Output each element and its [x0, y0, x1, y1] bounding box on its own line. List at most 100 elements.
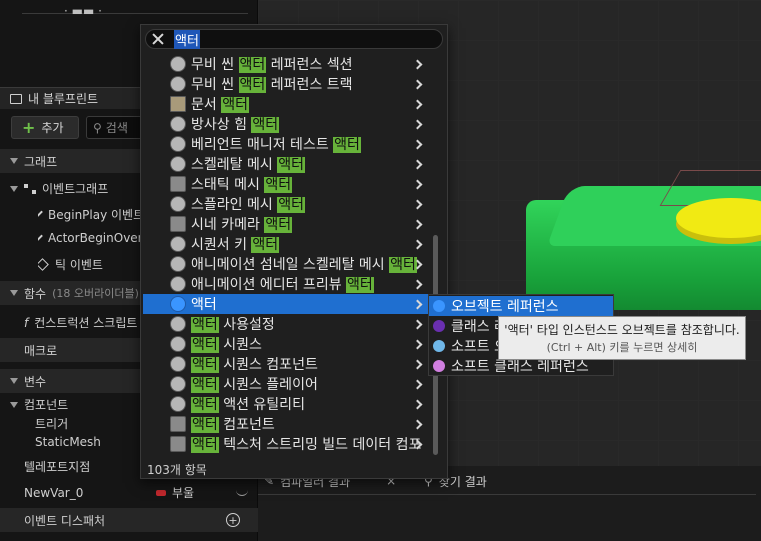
menu-item[interactable]: 애니메이션 섬네일 스켈레탈 메시 액터	[143, 254, 431, 274]
actor-icon	[170, 256, 186, 272]
menu-item-label: 액터 액션 유틸리티	[191, 397, 305, 413]
menu-item[interactable]: 액터 액션 유틸리티	[143, 394, 431, 414]
menu-item-label: 무비 씬 액터 레퍼런스 트랙	[191, 77, 353, 93]
variable-row-newvar[interactable]: NewVar_0 부울	[24, 484, 254, 501]
chevron-right-icon	[412, 59, 423, 69]
action-search-value: 액터	[174, 29, 200, 49]
chevron-right-icon	[412, 319, 423, 329]
chevron-right-icon	[412, 159, 423, 169]
tooltip-hint: (Ctrl + Alt) 키를 누르면 상세히	[546, 341, 698, 354]
cube-icon	[170, 176, 186, 192]
chevron-right-icon	[412, 199, 423, 209]
chevron-right-icon	[412, 339, 423, 349]
section-macros-label: 매크로	[24, 343, 58, 358]
actor-icon	[170, 276, 186, 292]
menu-item-label: 액터 시퀀스 플레이어	[191, 377, 318, 393]
menu-item[interactable]: 액터 시퀀스 플레이어	[143, 374, 431, 394]
menu-item-label: 액터 텍스처 스트리밍 빌드 데이터 컴포	[191, 437, 422, 453]
tree-item-staticmesh[interactable]: StaticMesh	[35, 435, 101, 449]
event-label: ActorBeginOverlap	[48, 231, 142, 245]
tree-item-trigger[interactable]: 트리거	[35, 415, 68, 432]
components-label: 컴포넌트	[24, 398, 69, 412]
menu-item-label: 무비 씬 액터 레퍼런스 섹션	[191, 57, 353, 73]
reference-type-icon	[433, 320, 445, 332]
menu-item[interactable]: 방사상 힘 액터	[143, 114, 431, 134]
reference-type-icon	[433, 360, 445, 372]
menu-item[interactable]: 시네 카메라 액터	[143, 214, 431, 234]
menu-item-label: 시퀀서 키 액터	[191, 237, 280, 253]
actor-icon	[170, 196, 186, 212]
reference-type-icon	[433, 300, 445, 312]
chevron-right-icon	[412, 399, 423, 409]
function-icon: f	[24, 315, 29, 330]
tooltip: '액터' 타입 인스턴스드 오브젝트를 참조합니다. (Ctrl + Alt) …	[498, 316, 746, 360]
menu-item[interactable]: 스태틱 메시 액터	[143, 174, 431, 194]
chevron-right-icon	[412, 359, 423, 369]
caret-down-icon	[10, 290, 18, 296]
menu-item-label: 애니메이션 에디터 프리뷰 액터	[191, 277, 374, 293]
menu-item[interactable]: 시퀀서 키 액터	[143, 234, 431, 254]
construction-script-label: 컨스트럭션 스크립트	[34, 316, 138, 330]
submenu-item[interactable]: 오브젝트 레퍼런스	[429, 296, 613, 316]
document-icon	[170, 96, 186, 112]
actor-icon	[170, 76, 186, 92]
action-search-input[interactable]: 액터	[145, 29, 443, 49]
variable-type: 부울	[172, 486, 195, 500]
menu-item[interactable]: 무비 씬 액터 레퍼런스 트랙	[143, 74, 431, 94]
reference-type-icon	[433, 340, 445, 352]
actor-icon	[170, 156, 186, 172]
menu-item[interactable]: 문서 액터	[143, 94, 431, 114]
menu-item[interactable]: 액터 사용설정	[143, 314, 431, 334]
add-dispatcher-icon[interactable]: +	[226, 513, 240, 527]
tree-item-components[interactable]: 컴포넌트	[10, 396, 142, 413]
graph-icon	[24, 183, 36, 194]
actor-icon	[170, 296, 186, 312]
caret-down-icon	[10, 378, 18, 384]
actor-icon	[170, 336, 186, 352]
plus-icon: +	[22, 117, 36, 137]
menu-item[interactable]: 스켈레탈 메시 액터	[143, 154, 431, 174]
section-functions-sub: (18 오버라이더블)	[52, 287, 139, 300]
actor-icon	[170, 56, 186, 72]
menu-item[interactable]: 액터 컴포넌트	[143, 414, 431, 434]
menu-item-label: 액터 시퀀스 컴포넌트	[191, 357, 318, 373]
chevron-right-icon	[412, 239, 423, 249]
caret-down-icon	[10, 185, 18, 192]
tree-item-construction-script[interactable]: f 컨스트럭션 스크립트	[24, 314, 142, 331]
menu-item[interactable]: 액터	[143, 294, 431, 314]
menu-item[interactable]: 액터 텍스처 스트리밍 빌드 데이터 컴포	[143, 434, 431, 454]
menu-item[interactable]: 액터 시퀀스 컴포넌트	[143, 354, 431, 374]
chevron-right-icon	[412, 279, 423, 289]
top-stub-label: · ▬▬ ·	[64, 4, 102, 18]
visibility-eye-icon[interactable]	[236, 490, 249, 496]
menu-item[interactable]: 베리언트 매니저 테스트 액터	[143, 134, 431, 154]
tree-item-teleport-point[interactable]: 텔레포트지점	[24, 458, 90, 475]
caret-down-icon	[10, 158, 18, 164]
top-divider: · ▬▬ ·	[22, 4, 248, 18]
tree-item-beginplay[interactable]: BeginPlay 이벤트	[38, 206, 142, 223]
actor-icon	[170, 136, 186, 152]
caret-down-icon	[10, 401, 18, 408]
search-input[interactable]: ⚲ 검색	[86, 116, 146, 139]
action-menu-list: 무비 씬 액터 레퍼런스 섹션무비 씬 액터 레퍼런스 트랙 문서 액터 방사상 힘…	[143, 54, 431, 454]
chevron-right-icon	[412, 299, 423, 309]
event-label: 틱 이벤트	[55, 258, 103, 272]
teleport-label: 텔레포트지점	[24, 460, 91, 474]
chevron-right-icon	[412, 419, 423, 429]
tree-item-actor-begin-overlap[interactable]: ActorBeginOverlap	[38, 231, 142, 245]
event-graph-label: 이벤트그래프	[42, 182, 109, 196]
section-event-dispatchers[interactable]: 이벤트 디스패처 +	[0, 508, 258, 532]
chevron-right-icon	[412, 99, 423, 109]
menu-item[interactable]: 액터 시퀀스	[143, 334, 431, 354]
add-button[interactable]: + 추가	[11, 116, 79, 139]
actor-icon	[170, 316, 186, 332]
chevron-right-icon	[412, 119, 423, 129]
tree-item-event-graph[interactable]: 이벤트그래프	[10, 180, 142, 197]
menu-item[interactable]: 애니메이션 에디터 프리뷰 액터	[143, 274, 431, 294]
menu-item-label: 스플라인 메시 액터	[191, 197, 305, 213]
tree-item-tick[interactable]: 틱 이벤트	[38, 256, 142, 273]
menu-item[interactable]: 스플라인 메시 액터	[143, 194, 431, 214]
menu-item[interactable]: 무비 씬 액터 레퍼런스 섹션	[143, 54, 431, 74]
clear-search-icon[interactable]	[150, 31, 166, 47]
submenu-item-label: 오브젝트 레퍼런스	[451, 299, 559, 315]
